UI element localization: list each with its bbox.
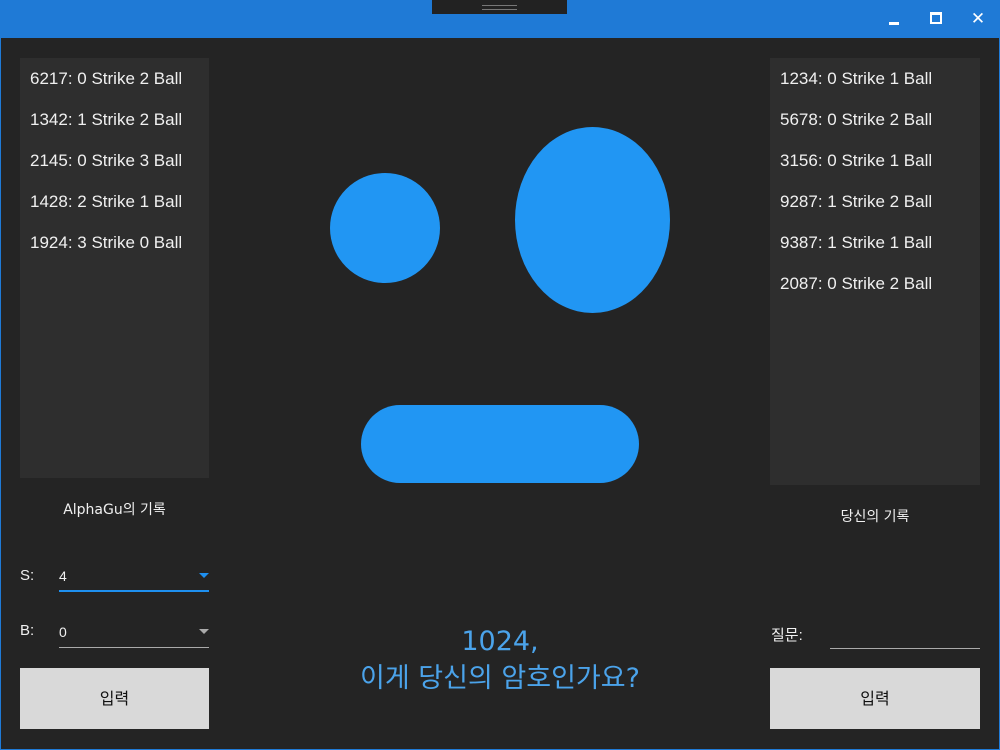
strike-select[interactable]: 4 <box>59 562 209 592</box>
history-row[interactable]: 5678: 0 Strike 2 Ball <box>770 99 980 140</box>
guess-question: 이게 당신의 암호인가요? <box>360 663 640 694</box>
guess-message: 1024, 이게 당신의 암호인가요? <box>251 623 749 697</box>
strike-label: S: <box>20 567 35 584</box>
ball-value: 0 <box>59 624 67 640</box>
left-eye-shape <box>330 173 440 283</box>
main-content: 6217: 0 Strike 2 Ball 1342: 1 Strike 2 Ba… <box>1 38 999 749</box>
ball-label: B: <box>20 622 35 639</box>
chevron-down-icon <box>199 573 209 578</box>
drag-handle[interactable] <box>432 0 567 14</box>
guess-number: 1024, <box>461 626 539 657</box>
ball-select[interactable]: 0 <box>59 618 209 648</box>
close-button[interactable]: ✕ <box>964 8 992 30</box>
question-label: 질문: <box>771 627 803 644</box>
maximize-button[interactable] <box>921 8 949 30</box>
history-row[interactable]: 2145: 0 Strike 3 Ball <box>20 140 209 181</box>
minimize-button[interactable] <box>880 8 908 30</box>
user-history-caption: 당신의 기록 <box>840 509 910 525</box>
alphagu-submit-button[interactable]: 입력 <box>20 668 209 729</box>
grip-icon <box>482 5 517 10</box>
question-input[interactable] <box>830 624 980 649</box>
history-row[interactable]: 9287: 1 Strike 2 Ball <box>770 181 980 222</box>
alphagu-history-list[interactable]: 6217: 0 Strike 2 Ball 1342: 1 Strike 2 Ba… <box>20 58 209 478</box>
strike-value: 4 <box>59 568 67 584</box>
history-row[interactable]: 1428: 2 Strike 1 Ball <box>20 181 209 222</box>
ball-underline <box>59 647 209 648</box>
user-submit-button[interactable]: 입력 <box>770 668 980 729</box>
mouth-shape <box>361 405 639 483</box>
history-row[interactable]: 1234: 0 Strike 1 Ball <box>770 58 980 99</box>
history-row[interactable]: 1342: 1 Strike 2 Ball <box>20 99 209 140</box>
title-bar[interactable]: ✕ <box>0 0 1000 38</box>
history-row[interactable]: 9387: 1 Strike 1 Ball <box>770 222 980 263</box>
history-row[interactable]: 1924: 3 Strike 0 Ball <box>20 222 209 263</box>
chevron-down-icon <box>199 629 209 634</box>
right-eye-shape <box>515 127 670 313</box>
strike-underline <box>59 590 209 592</box>
history-row[interactable]: 3156: 0 Strike 1 Ball <box>770 140 980 181</box>
user-history-list[interactable]: 1234: 0 Strike 1 Ball 5678: 0 Strike 2 Ba… <box>770 58 980 485</box>
history-row[interactable]: 6217: 0 Strike 2 Ball <box>20 58 209 99</box>
history-row[interactable]: 2087: 0 Strike 2 Ball <box>770 263 980 304</box>
alphagu-history-caption: AlphaGu의 기록 <box>63 502 166 518</box>
